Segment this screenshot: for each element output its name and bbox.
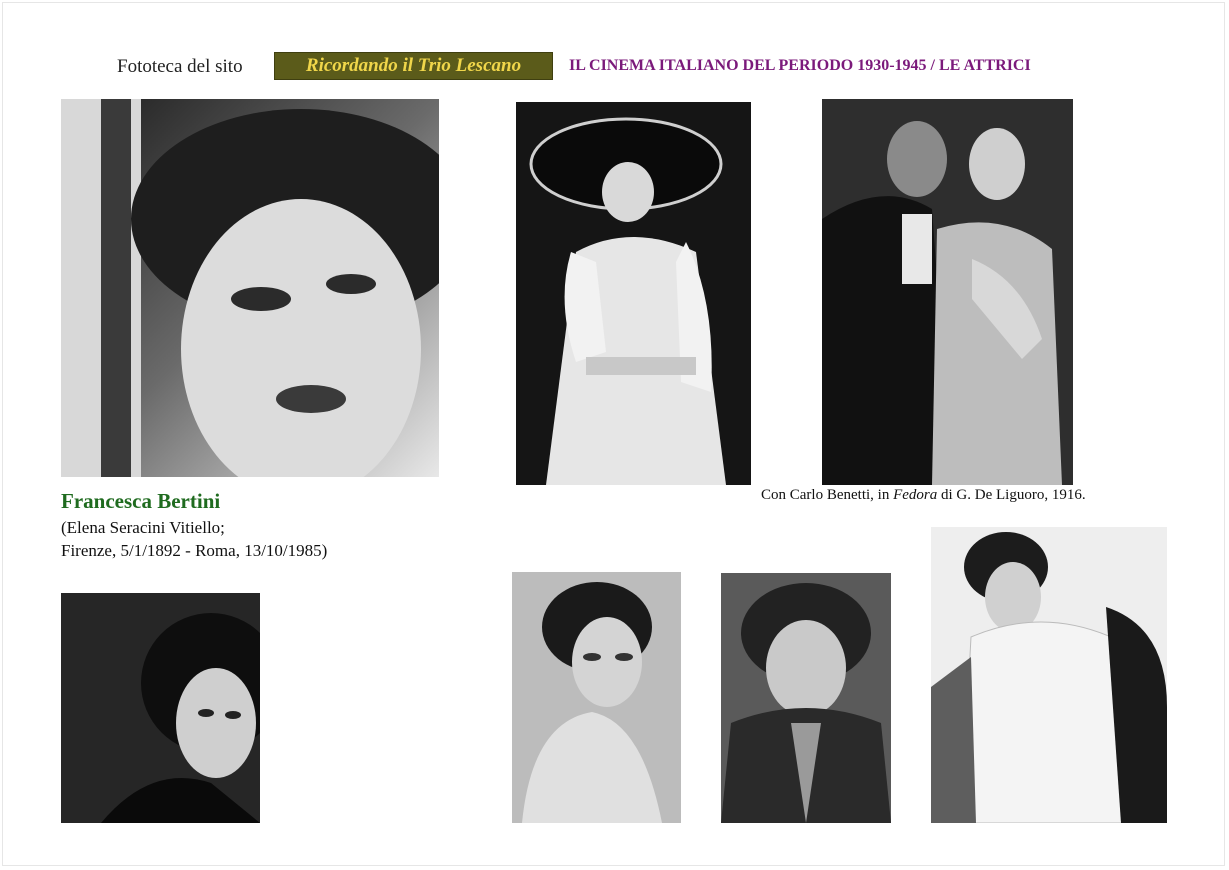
caption-suffix: di G. De Liguoro, 1916.: [937, 487, 1086, 503]
actress-name: Francesca Bertini: [61, 489, 221, 513]
actress-bio: (Elena Seracini Vitiello; Firenze, 5/1/1…: [61, 516, 327, 562]
site-prefix-text: Fototeca del sito: [117, 56, 243, 77]
site-name-link[interactable]: Ricordando il Trio Lescano: [274, 52, 553, 80]
short-hair-portrait-photo: [61, 593, 260, 823]
bare-shoulders-portrait-photo: [512, 572, 681, 823]
section-title: IL CINEMA ITALIANO DEL PERIODO 1930-1945…: [569, 57, 1031, 74]
bio-real-name: (Elena Seracini Vitiello;: [61, 518, 225, 537]
caption-film-title: Fedora: [893, 487, 938, 503]
white-dress-portrait-photo: [931, 527, 1167, 823]
portrait-closeup-photo: [61, 99, 439, 477]
caption-prefix: Con Carlo Benetti, in: [761, 487, 894, 503]
couple-fedora-photo: [822, 99, 1073, 485]
curly-hair-portrait-photo: [721, 573, 891, 823]
photo-caption: Con Carlo Benetti, in Fedora di G. De Li…: [761, 487, 1086, 504]
bio-dates: Firenze, 5/1/1892 - Roma, 13/10/1985): [61, 541, 328, 560]
site-name-label: Ricordando il Trio Lescano: [305, 55, 522, 76]
hat-portrait-photo: [516, 102, 751, 485]
